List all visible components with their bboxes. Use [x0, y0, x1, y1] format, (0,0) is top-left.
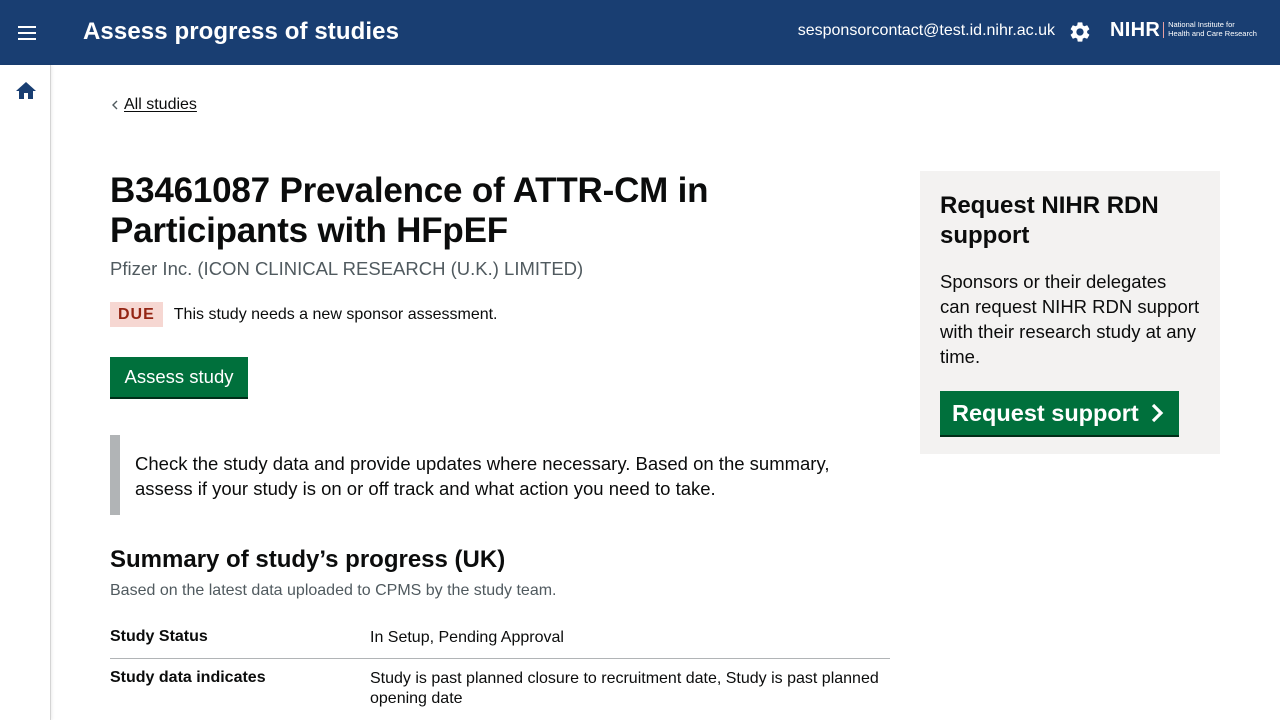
study-title: B3461087 Prevalence of ATTR-CM in Partic… [110, 171, 709, 250]
app-title: Assess progress of studies [83, 18, 400, 45]
summary-value: Study is past planned closure to recruit… [370, 670, 879, 707]
summary-row: Study data indicates Study is past plann… [110, 659, 890, 719]
assessment-status: DUE This study needs a new sponsor asses… [110, 302, 498, 327]
summary-list: Study Status In Setup, Pending Approval … [110, 618, 890, 719]
support-panel: Request NIHR RDN support Sponsors or the… [920, 171, 1220, 454]
top-header: Assess progress of studies sesponsorcont… [0, 0, 1280, 65]
summary-heading: Summary of study’s progress (UK) [110, 546, 506, 573]
request-support-label: Request support [952, 399, 1139, 426]
home-icon[interactable] [14, 79, 38, 103]
summary-row: Study Status In Setup, Pending Approval [110, 618, 890, 659]
study-sponsor: Pfizer Inc. (ICON CLINICAL RESEARCH (U.K… [110, 258, 584, 279]
brand-divider [1163, 22, 1165, 38]
chevron-left-icon [112, 100, 118, 110]
assess-study-button[interactable]: Assess study [110, 357, 248, 397]
user-email: sesponsorcontact@test.id.nihr.ac.uk [797, 22, 1055, 39]
brand-line-2: Health and Care Research [1168, 29, 1257, 38]
summary-key: Study data indicates [110, 669, 266, 686]
summary-key: Study Status [110, 628, 208, 645]
summary-value: In Setup, Pending Approval [370, 629, 564, 646]
brand-text: National Institute for Health and Care R… [1168, 20, 1264, 38]
brand-mark: NIHR [1110, 19, 1161, 41]
support-panel-body: Sponsors or their delegates can request … [940, 271, 1200, 367]
request-support-button[interactable]: Request support [940, 391, 1179, 435]
status-badge: DUE [110, 302, 163, 327]
nihr-logo[interactable]: NIHR National Institute for Health and C… [1110, 18, 1264, 42]
support-panel-heading: Request NIHR RDN support [940, 192, 1159, 249]
gear-icon[interactable] [1068, 20, 1092, 44]
back-to-all-studies-link[interactable]: All studies [110, 96, 197, 114]
status-message: This study needs a new sponsor assessmen… [173, 305, 498, 323]
chevron-right-icon [1151, 403, 1163, 423]
brand-line-1: National Institute for [1168, 20, 1235, 29]
back-link-label: All studies [124, 96, 197, 113]
side-nav [0, 65, 51, 720]
summary-subheading: Based on the latest data uploaded to CPM… [110, 582, 557, 599]
inset-text: Check the study data and provide updates… [110, 435, 890, 515]
menu-icon[interactable] [12, 18, 42, 48]
